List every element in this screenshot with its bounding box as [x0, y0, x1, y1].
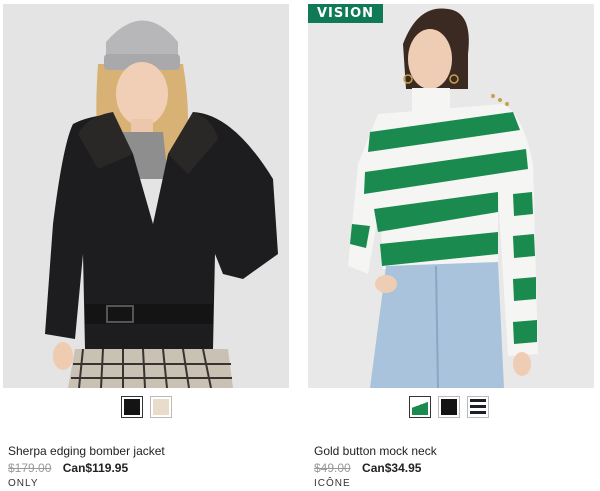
product-card: VISION Gold button mock neck $49.00 Can$…	[306, 0, 596, 491]
swatch-fill	[152, 399, 169, 415]
price-row: $179.00 Can$119.95	[8, 460, 288, 476]
product-image[interactable]	[308, 4, 594, 388]
product-card: Sherpa edging bomber jacket $179.00 Can$…	[3, 0, 293, 491]
swatch-fill	[123, 399, 140, 415]
color-swatch-cream[interactable]	[149, 396, 172, 418]
swatch-fill	[470, 399, 486, 415]
product-info: Gold button mock neck $49.00 Can$34.95 I…	[314, 444, 594, 491]
brand-name: ONLY	[8, 478, 39, 489]
sale-price: Can$119.95	[62, 461, 129, 475]
sale-price: Can$34.95	[362, 461, 422, 475]
color-swatch-green[interactable]	[409, 396, 431, 418]
color-swatches	[3, 396, 289, 418]
swatch-fill	[441, 399, 457, 415]
original-price: $49.00	[314, 461, 351, 475]
color-swatch-navy-stripe[interactable]	[467, 396, 489, 418]
color-swatch-black[interactable]	[120, 396, 143, 418]
product-grid: Sherpa edging bomber jacket $179.00 Can$…	[0, 0, 600, 491]
vision-badge: VISION	[308, 4, 384, 23]
color-swatch-black[interactable]	[438, 396, 460, 418]
original-price: $179.00	[8, 461, 52, 475]
color-swatches	[306, 396, 592, 418]
product-info: Sherpa edging bomber jacket $179.00 Can$…	[8, 444, 288, 491]
product-name[interactable]: Sherpa edging bomber jacket	[8, 444, 288, 459]
price-row: $49.00 Can$34.95	[314, 460, 594, 476]
brand-name: ICÔNE	[314, 478, 351, 489]
product-name[interactable]: Gold button mock neck	[314, 444, 594, 459]
swatch-fill	[412, 399, 428, 415]
product-image[interactable]	[3, 4, 289, 388]
